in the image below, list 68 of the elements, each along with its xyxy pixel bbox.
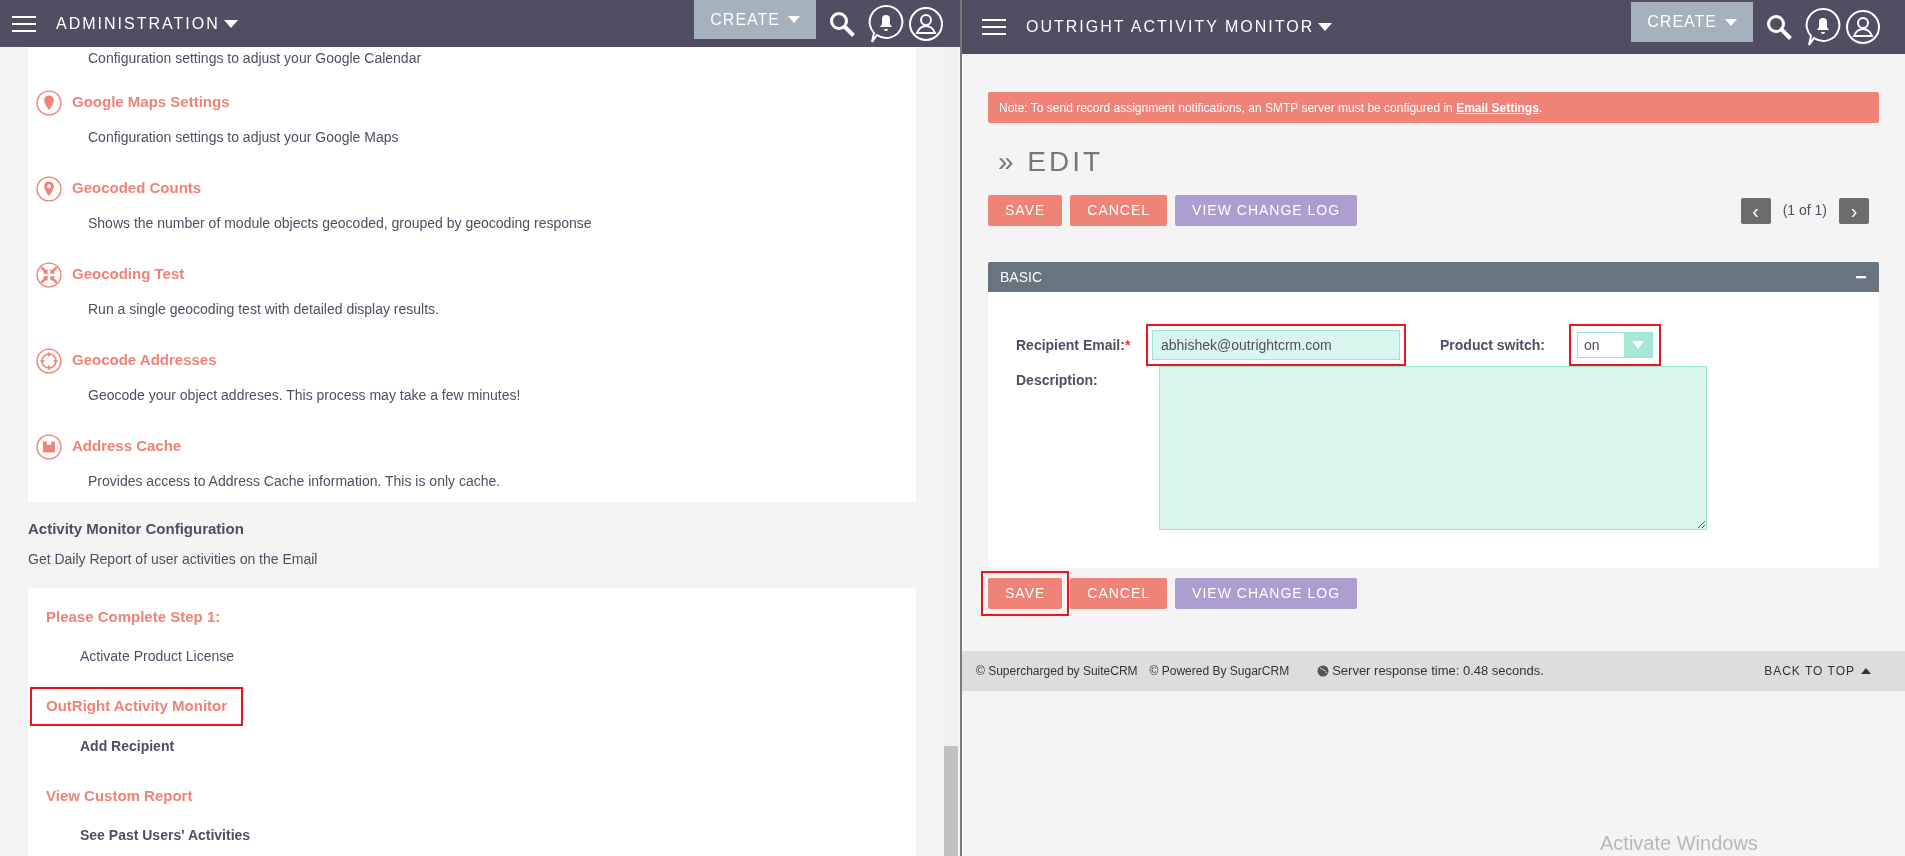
settings-link[interactable]: Geocoded Counts (72, 177, 202, 200)
scrollbar-thumb[interactable] (944, 746, 958, 856)
settings-description: Geocode your object addreses. This process may take a few minutes! (87, 386, 522, 405)
section-title: Activity Monitor Configuration (28, 519, 245, 539)
pagination-label: (1 of 1) (1782, 201, 1827, 220)
caret-icon (1318, 23, 1333, 31)
activation-notice: Activate Windows (1600, 831, 1758, 856)
activity-sublink[interactable]: Activate Product License (80, 646, 235, 667)
caret-icon (1632, 341, 1644, 349)
user-avatar-icon[interactable] (908, 5, 944, 42)
section-subtitle: Get Daily Report of user activities on the Email (28, 549, 319, 569)
map-pin-icon (36, 175, 62, 202)
search-icon[interactable] (1765, 13, 1793, 41)
settings-description: Configuration settings to adjust your Google Maps (87, 128, 400, 147)
create-button[interactable]: CREATE (1631, 2, 1753, 42)
next-button[interactable]: › (1839, 197, 1869, 224)
scrollbar[interactable] (944, 47, 958, 856)
caret-up-icon (1861, 668, 1871, 674)
form-button[interactable]: VIEW CHANGE LOG (1175, 578, 1358, 609)
field-label: Product switch: (1440, 335, 1546, 355)
form-button[interactable]: SAVE (988, 578, 1063, 609)
crosshair-icon (36, 347, 62, 374)
notice-text: Note: To send record assignment notifications, an SMTP server must be configured in Email Settings. (999, 99, 1543, 117)
activity-link[interactable]: OutRight Activity Monitor (30, 687, 244, 726)
settings-description: Shows the number of module objects geocoded, grouped by geocoding response (87, 214, 593, 233)
map-pin-icon (36, 89, 62, 116)
form-button[interactable]: SAVE (988, 195, 1063, 226)
footer-credit: © Powered By SugarCRM (1149, 663, 1290, 680)
menu-button[interactable] (12, 15, 36, 32)
settings-description: Run a single geocoding test with detailed display results. (87, 300, 440, 319)
activity-link[interactable]: View Custom Report (30, 776, 209, 815)
collapse-toggle[interactable]: − (1855, 267, 1867, 287)
form-button[interactable]: VIEW CHANGE LOG (1175, 195, 1358, 226)
panel-title: BASIC (1000, 267, 1042, 287)
settings-link[interactable]: Geocode Addresses (72, 349, 217, 372)
page-title: » EDIT (998, 145, 1105, 179)
arrows-icon (36, 261, 62, 288)
previous-button[interactable]: ‹ (1740, 197, 1771, 224)
form-button[interactable]: CANCEL (1070, 195, 1168, 226)
settings-description: Configuration settings to adjust your Google Calendar (87, 48, 423, 68)
form-button[interactable]: CANCEL (1070, 578, 1168, 609)
user-avatar-icon[interactable] (1845, 9, 1881, 45)
create-button[interactable]: CREATE (694, 0, 816, 39)
settings-description: Provides access to Address Cache information. This is only cache. (87, 472, 502, 491)
footer-credit: © Supercharged by SuiteCRM (976, 663, 1138, 680)
search-icon[interactable] (828, 9, 856, 38)
activity-link[interactable]: Please Complete Step 1: (30, 597, 237, 636)
menu-button[interactable] (982, 19, 1006, 35)
activity-sublink[interactable]: Add Recipient (80, 735, 175, 757)
caret-icon (1725, 18, 1737, 26)
activity-sublink[interactable]: See Past Users' Activities (80, 825, 251, 846)
server-response-time: Server response time: 0.48 seconds. (1332, 662, 1544, 681)
panel-header[interactable]: BASIC − (988, 262, 1879, 292)
field-label: Description: (1016, 371, 1099, 390)
settings-link[interactable]: Geocoding Test (72, 263, 185, 286)
email-settings-link[interactable]: Email Settings (1456, 100, 1539, 115)
module-menu[interactable]: ADMINISTRATION (56, 11, 238, 36)
globe-icon (1317, 665, 1330, 677)
notification-bell-icon[interactable] (868, 3, 904, 44)
field-label: Recipient Email:* (1016, 335, 1132, 355)
caret-icon (223, 19, 238, 28)
caret-icon (788, 16, 800, 23)
settings-link[interactable]: Address Cache (72, 435, 182, 458)
notification-bell-icon[interactable] (1805, 7, 1841, 47)
module-menu[interactable]: OUTRIGHT ACTIVITY MONITOR (1026, 15, 1333, 39)
box-icon (36, 433, 62, 460)
settings-link[interactable]: Google Maps Settings (72, 91, 230, 114)
back-to-top-link[interactable]: BACK TO TOP (1764, 662, 1871, 680)
